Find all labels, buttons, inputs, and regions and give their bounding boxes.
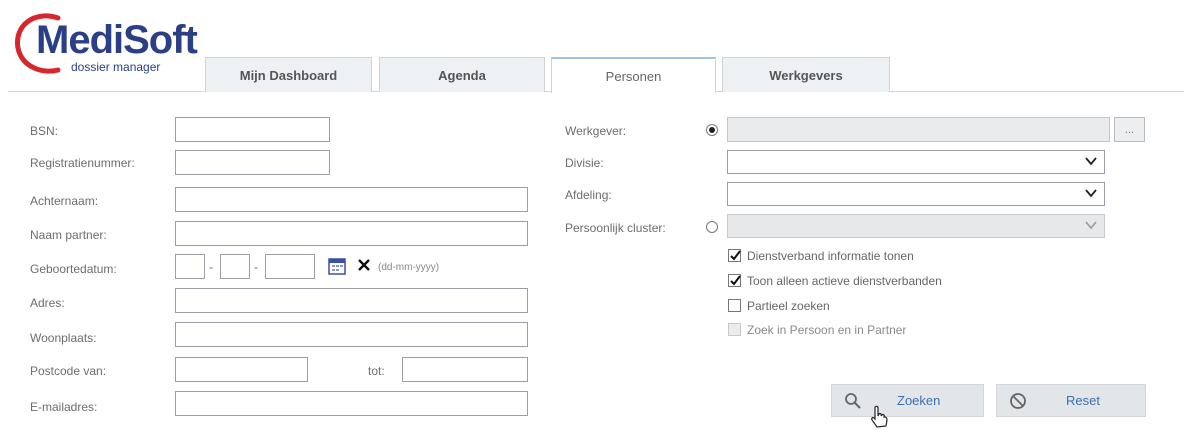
naam-partner-label: Naam partner:	[30, 228, 107, 242]
dienstverband-info-label: Dienstverband informatie tonen	[747, 249, 914, 263]
calendar-icon[interactable]	[328, 257, 346, 275]
medisoft-logo: MediSoft dossier manager	[14, 10, 198, 80]
registratienummer-input[interactable]	[175, 150, 330, 175]
logo-subtitle: dossier manager	[71, 60, 161, 74]
persoonlijk-cluster-label: Persoonlijk cluster:	[565, 221, 666, 235]
registratienummer-label: Registratienummer:	[30, 156, 135, 170]
checkmark-icon	[730, 275, 741, 286]
postcode-tot-input[interactable]	[402, 357, 528, 382]
persoonlijk-cluster-select[interactable]	[727, 214, 1105, 238]
woonplaats-input[interactable]	[175, 322, 528, 347]
email-input[interactable]	[175, 391, 528, 416]
actieve-dienstverbanden-label: Toon alleen actieve dienstverbanden	[747, 274, 942, 288]
clear-date-icon[interactable]	[358, 259, 370, 271]
postcode-van-label: Postcode van:	[30, 364, 107, 378]
postcode-van-input[interactable]	[175, 357, 308, 382]
date-format-hint: (dd-mm-yyyy)	[378, 262, 440, 273]
checkmark-icon	[730, 250, 741, 261]
hand-cursor-icon	[871, 405, 888, 428]
werkgever-input[interactable]	[727, 117, 1110, 142]
werkgever-radio[interactable]	[706, 124, 718, 136]
reset-button[interactable]: Reset	[996, 384, 1146, 417]
reset-button-label: Reset	[1066, 393, 1100, 408]
woonplaats-label: Woonplaats:	[30, 331, 97, 345]
tab-agenda[interactable]: Agenda	[379, 57, 545, 92]
tab-personen[interactable]: Personen	[551, 57, 716, 93]
adres-label: Adres:	[30, 296, 65, 310]
persoonlijk-cluster-radio[interactable]	[706, 221, 718, 233]
tab-mijn-dashboard[interactable]: Mijn Dashboard	[205, 57, 372, 92]
partieel-zoeken-label: Partieel zoeken	[747, 299, 830, 313]
birth-day-input[interactable]	[175, 254, 205, 279]
chevron-down-icon	[1085, 189, 1097, 198]
afdeling-label: Afdeling:	[565, 188, 612, 202]
chevron-down-icon	[1085, 157, 1097, 166]
dienstverband-info-checkbox[interactable]	[728, 249, 741, 262]
tab-werkgevers[interactable]: Werkgevers	[722, 57, 890, 92]
postcode-tot-label: tot:	[368, 364, 385, 378]
birth-year-input[interactable]	[265, 254, 315, 279]
adres-input[interactable]	[175, 288, 528, 313]
reset-icon	[1010, 393, 1026, 409]
divisie-select[interactable]	[727, 150, 1105, 174]
achternaam-input[interactable]	[175, 187, 528, 212]
date-separator: -	[209, 260, 213, 274]
geboortedatum-label: Geboortedatum:	[30, 262, 117, 276]
zoek-persoon-partner-checkbox	[728, 323, 741, 336]
achternaam-label: Achternaam:	[30, 194, 99, 208]
email-label: E-mailadres:	[30, 400, 98, 414]
birth-month-input[interactable]	[220, 254, 250, 279]
partieel-zoeken-checkbox[interactable]	[728, 299, 741, 312]
chevron-down-icon	[1085, 221, 1097, 230]
logo-title: MediSoft	[36, 18, 198, 62]
zoek-persoon-partner-label: Zoek in Persoon en in Partner	[747, 323, 907, 337]
afdeling-select[interactable]	[727, 182, 1105, 206]
werkgever-lookup-button[interactable]: ...	[1114, 117, 1145, 142]
bsn-input[interactable]	[175, 117, 330, 142]
naam-partner-input[interactable]	[175, 221, 528, 246]
zoeken-button-label: Zoeken	[897, 393, 941, 408]
search-icon	[845, 393, 861, 409]
zoeken-button[interactable]: Zoeken	[831, 384, 984, 417]
divisie-label: Divisie:	[565, 156, 604, 170]
bsn-label: BSN:	[30, 124, 59, 138]
werkgever-label: Werkgever:	[565, 124, 627, 138]
actieve-dienstverbanden-checkbox[interactable]	[728, 274, 741, 287]
date-separator: -	[254, 260, 258, 274]
